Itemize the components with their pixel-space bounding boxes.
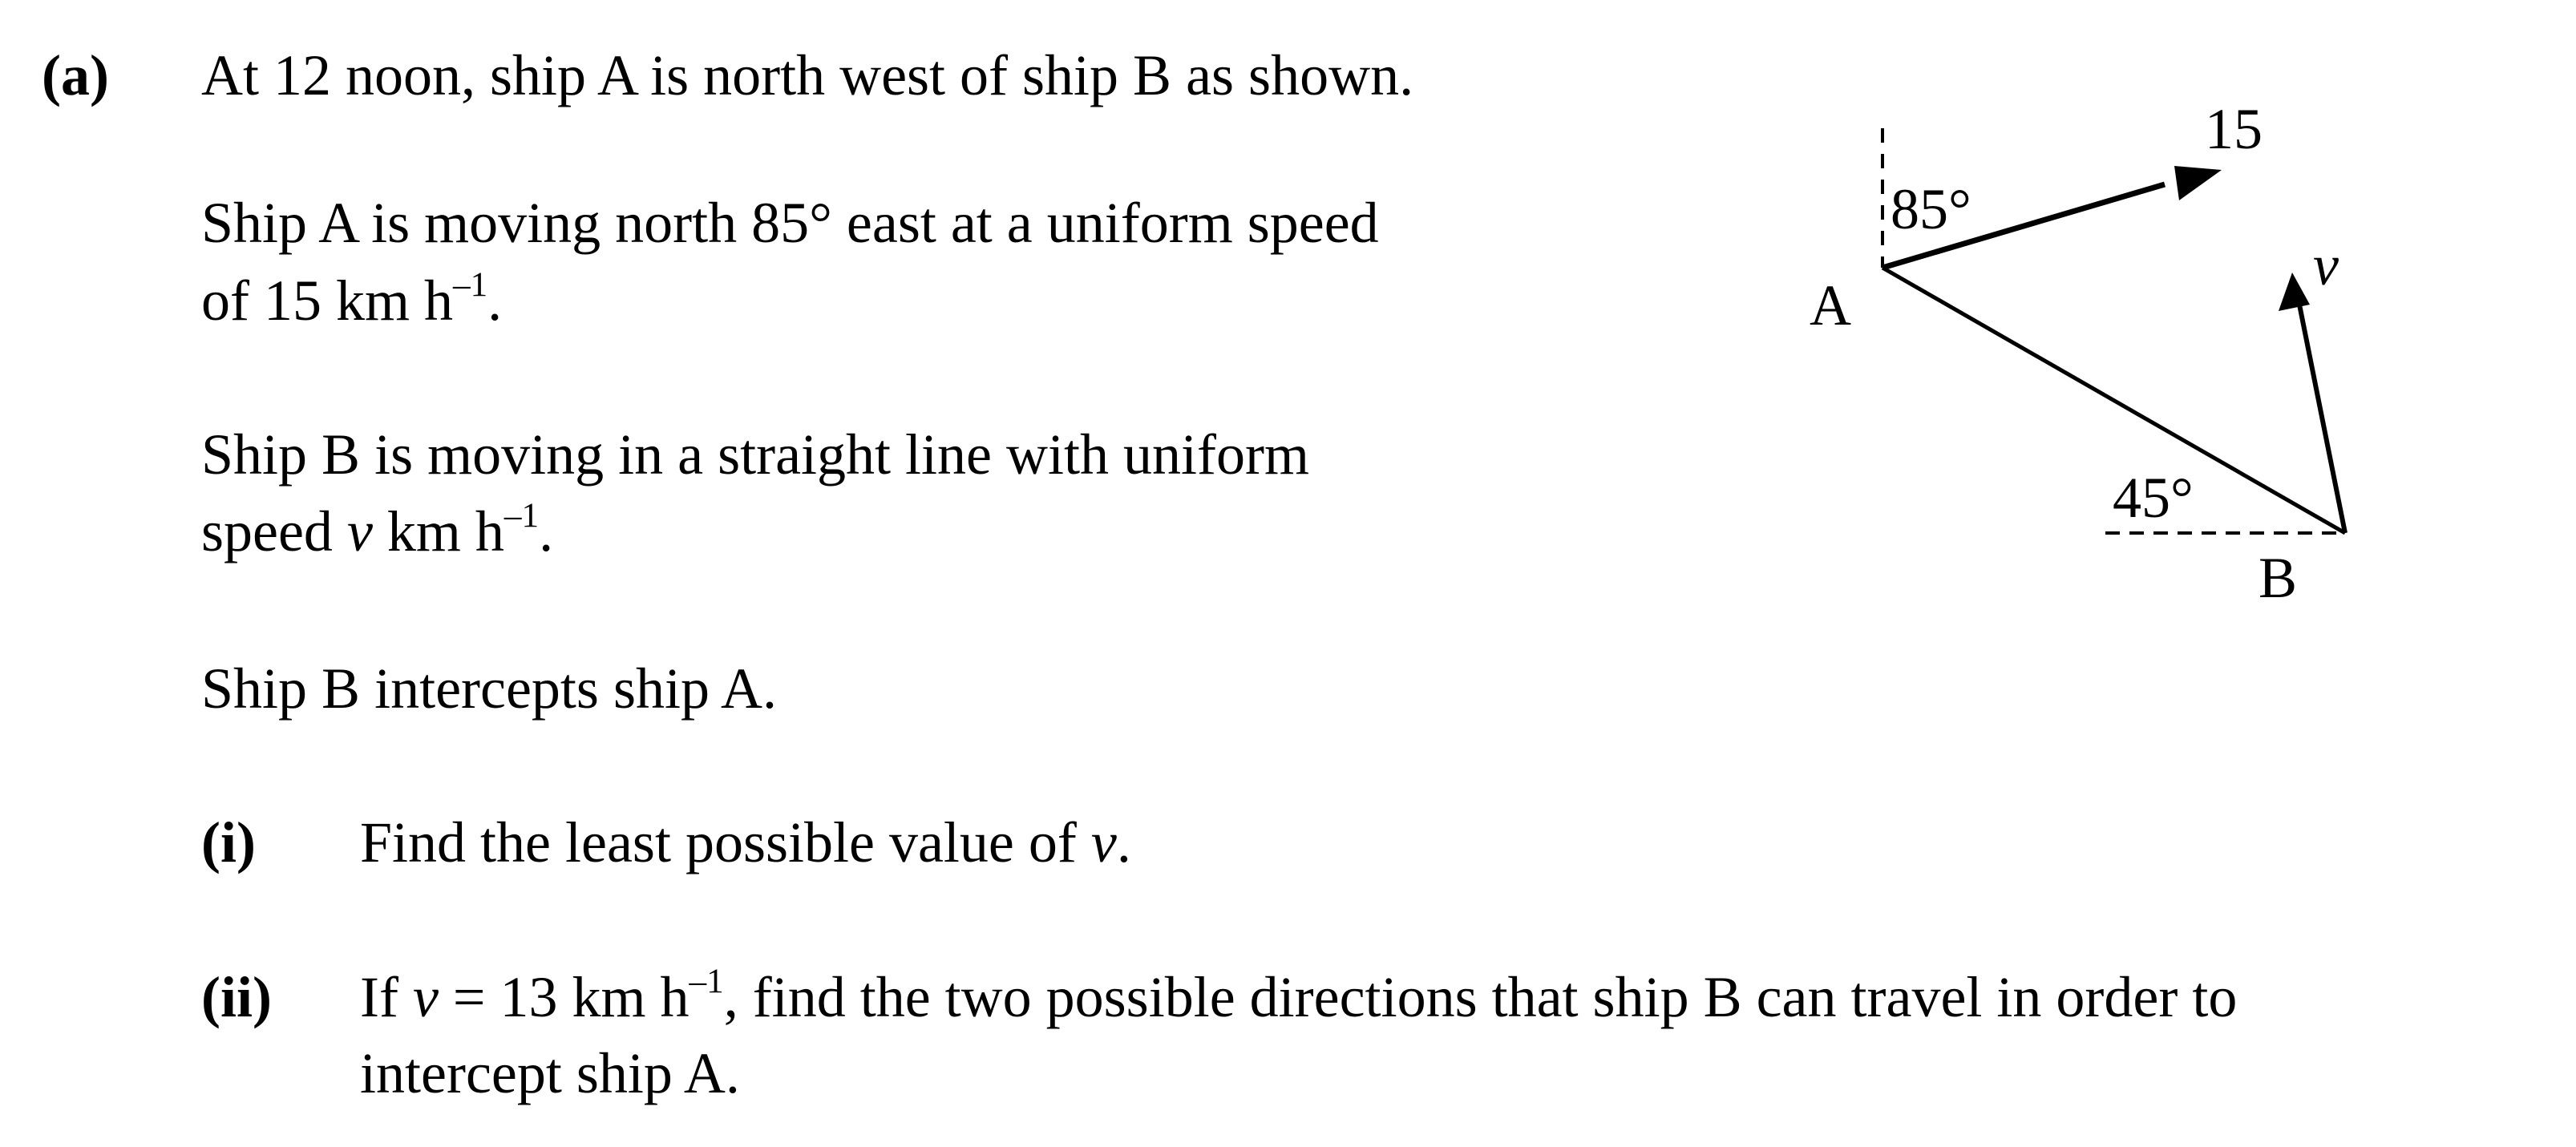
arrowhead-icon	[2279, 273, 2310, 311]
label-b: B	[2259, 546, 2297, 610]
speed-a: 15	[2205, 97, 2263, 161]
arrowhead-icon	[2174, 166, 2222, 200]
arrow-ship-b	[2297, 304, 2348, 534]
speed-b: v	[2313, 233, 2339, 297]
label-a: A	[1810, 273, 1851, 337]
angle-b: 45°	[2113, 466, 2194, 530]
angle-a: 85°	[1891, 177, 1971, 241]
ship-diagram: A B 85° 45° 15 v	[1810, 97, 2348, 610]
